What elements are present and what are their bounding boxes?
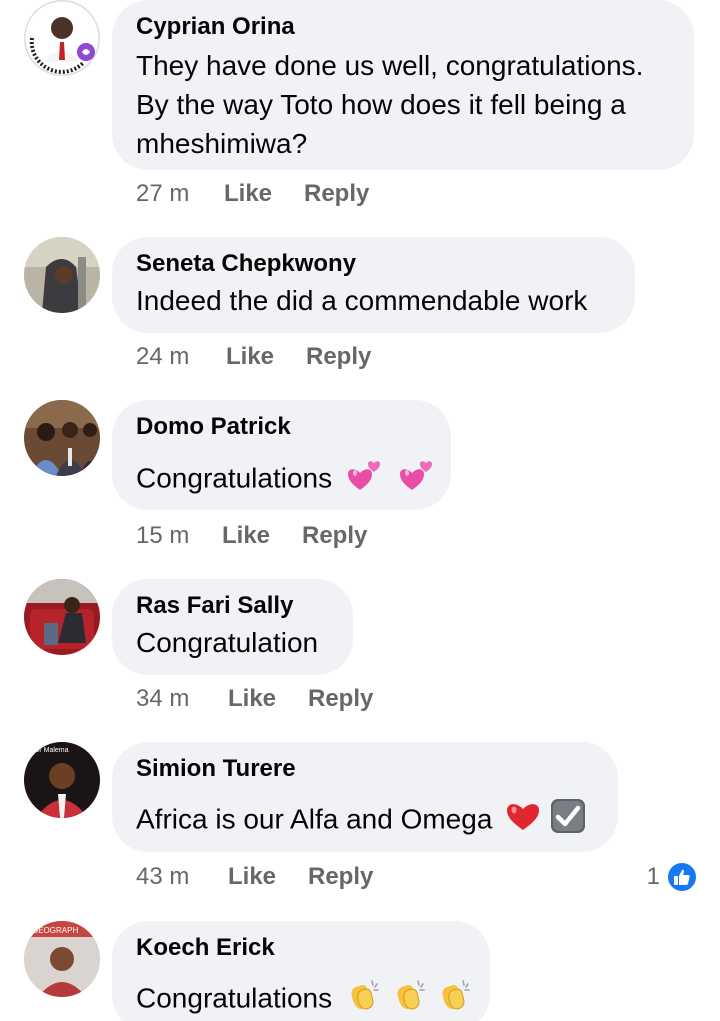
avatar[interactable] [24, 237, 100, 313]
comment-actions: 27 m Like Reply [136, 178, 369, 210]
reply-button[interactable]: Reply [304, 178, 369, 210]
comment-actions: 34 m Like Reply [136, 683, 373, 715]
comment-author[interactable]: Simion Turere [136, 754, 594, 784]
avatar[interactable] [24, 400, 100, 476]
comment-actions: 15 m Like Reply [136, 520, 367, 552]
comment-text: Congratulations [136, 456, 432, 504]
avatar[interactable] [24, 579, 100, 655]
comment-text: Indeed the did a commendable work [136, 281, 611, 320]
comment-timestamp[interactable]: 27 m [136, 178, 224, 210]
comment-text: Congratulations [136, 977, 471, 1021]
reply-button[interactable]: Reply [302, 520, 367, 552]
comment-text-line: Indeed the did a commendable work [136, 285, 588, 316]
check-box-icon [550, 798, 586, 844]
reaction-count: 1 [646, 863, 660, 890]
comment-text-line: Congratulations [136, 462, 333, 494]
comment-author[interactable]: Cyprian Orina [136, 12, 670, 42]
like-button[interactable]: Like [228, 861, 308, 893]
reaction-summary[interactable]: 1 [647, 860, 698, 894]
comment-actions: 43 m Like Reply [136, 861, 373, 893]
comment-text: Congratulation [136, 623, 329, 662]
clapping-hands-icon [437, 977, 473, 1021]
comment-text: Africa is our Alfa and Omega [136, 798, 594, 844]
like-button[interactable]: Like [224, 178, 304, 210]
avatar[interactable]: GEOGRAPH [24, 921, 100, 997]
two-hearts-icon [346, 456, 384, 504]
comment-bubble: Ras Fari Sally Congratulation [112, 579, 353, 675]
comment-bubble: Simion Turere Africa is our Alfa and Ome… [112, 742, 618, 852]
comment-bubble: Koech Erick Congratulations [112, 921, 490, 1021]
clapping-hands-icon [346, 977, 382, 1021]
reply-button[interactable]: Reply [308, 861, 373, 893]
avatar-badge-text: nior Malema [30, 747, 69, 754]
comment-timestamp[interactable]: 34 m [136, 683, 228, 715]
two-hearts-icon [398, 456, 436, 504]
like-button[interactable]: Like [226, 341, 306, 373]
comment-bubble: Domo Patrick Congratulations [112, 400, 451, 510]
comment-author[interactable]: Koech Erick [136, 933, 466, 963]
comment-author[interactable]: Domo Patrick [136, 412, 427, 442]
comment-feed: Cyprian Orina They have done us well, co… [0, 0, 720, 1021]
red-heart-icon [506, 799, 540, 843]
avatar-badge-text: GEOGRAPH [32, 926, 78, 935]
comment-text: They have done us well, congratulations.… [136, 46, 670, 163]
comment-timestamp[interactable]: 15 m [136, 520, 222, 552]
reply-button[interactable]: Reply [306, 341, 371, 373]
comment-timestamp[interactable]: 24 m [136, 341, 226, 373]
avatar[interactable] [24, 0, 100, 76]
comment-text-line: mheshimiwa? [136, 128, 308, 159]
comment-text-line: They have done us well, congratulations. [136, 50, 644, 81]
comment-author[interactable]: Ras Fari Sally [136, 591, 329, 621]
comment-actions: 24 m Like Reply [136, 341, 371, 373]
comment-author[interactable]: Seneta Chepkwony [136, 249, 611, 279]
comment-timestamp[interactable]: 43 m [136, 861, 228, 893]
thumbs-up-icon [666, 861, 698, 893]
avatar[interactable]: nior Malema [24, 742, 100, 818]
comment-text-line: Congratulations [136, 982, 333, 1014]
comment-text-line: Congratulation [136, 627, 319, 658]
comment-bubble: Cyprian Orina They have done us well, co… [112, 0, 694, 170]
like-button[interactable]: Like [222, 520, 302, 552]
reply-button[interactable]: Reply [308, 683, 373, 715]
comment-text-line: By the way Toto how does it fell being a [136, 89, 626, 120]
comment-bubble: Seneta Chepkwony Indeed the did a commen… [112, 237, 635, 333]
clapping-hands-icon [392, 977, 428, 1021]
comment-text-line: Africa is our Alfa and Omega [136, 803, 493, 835]
like-button[interactable]: Like [228, 683, 308, 715]
